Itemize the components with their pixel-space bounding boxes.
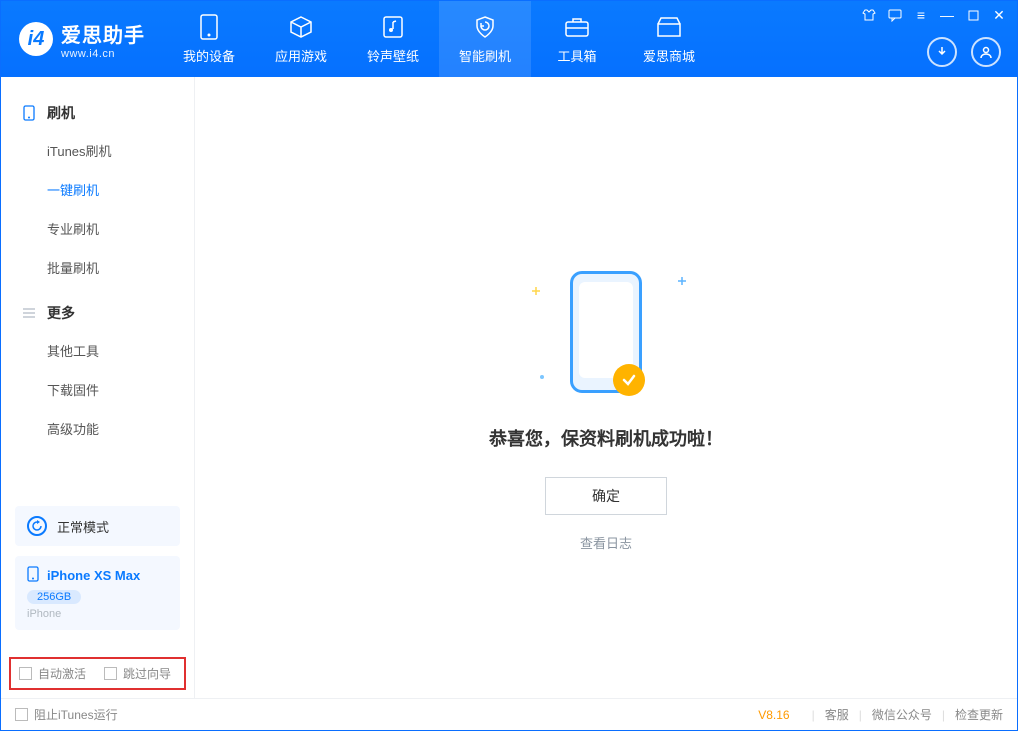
skin-icon[interactable] — [859, 5, 879, 25]
app-window: i4 爱思助手 www.i4.cn 我的设备 应用游戏 铃声壁纸 智能刷机 — [0, 0, 1018, 731]
success-message: 恭喜您，保资料刷机成功啦！ — [489, 425, 723, 451]
logo-icon: i4 — [19, 22, 53, 56]
main-content: 恭喜您，保资料刷机成功啦！ 确定 查看日志 — [195, 77, 1017, 698]
device-card[interactable]: iPhone XS Max 256GB iPhone — [15, 556, 180, 630]
device-name: iPhone XS Max — [47, 568, 140, 583]
phone-icon — [196, 14, 222, 40]
device-capacity: 256GB — [27, 590, 81, 604]
app-site: www.i4.cn — [61, 48, 145, 60]
store-icon — [656, 14, 682, 40]
sidebar-item-itunes-flash[interactable]: iTunes刷机 — [1, 131, 194, 170]
checkbox-auto-activate[interactable]: 自动激活 — [19, 665, 86, 682]
support-link[interactable]: 客服 — [825, 706, 849, 723]
checkmark-icon — [613, 364, 645, 396]
minimize-icon[interactable]: — — [937, 5, 957, 25]
tab-apps[interactable]: 应用游戏 — [255, 1, 347, 77]
sidebar-item-firmware[interactable]: 下载固件 — [1, 370, 194, 409]
feedback-icon[interactable] — [885, 5, 905, 25]
sidebar-item-advanced[interactable]: 高级功能 — [1, 409, 194, 448]
sidebar-item-onekey-flash[interactable]: 一键刷机 — [1, 170, 194, 209]
view-log-link[interactable]: 查看日志 — [580, 533, 632, 552]
sidebar-group-more: 更多 — [1, 295, 194, 331]
mode-card[interactable]: 正常模式 — [15, 506, 180, 546]
checkbox-block-itunes[interactable]: 阻止iTunes运行 — [15, 706, 118, 723]
footer: 阻止iTunes运行 V8.16 | 客服 | 微信公众号 | 检查更新 — [1, 698, 1017, 730]
sidebar: 刷机 iTunes刷机 一键刷机 专业刷机 批量刷机 更多 其他工具 下载固件 … — [1, 77, 195, 698]
shield-icon — [472, 14, 498, 40]
check-update-link[interactable]: 检查更新 — [955, 706, 1003, 723]
version-label: V8.16 — [758, 708, 789, 722]
wechat-link[interactable]: 微信公众号 — [872, 706, 932, 723]
cube-icon — [288, 14, 314, 40]
list-icon — [21, 305, 37, 321]
app-logo: i4 爱思助手 www.i4.cn — [1, 19, 163, 60]
tab-toolbox[interactable]: 工具箱 — [531, 1, 623, 77]
phone-small-icon — [27, 566, 39, 585]
tab-my-device[interactable]: 我的设备 — [163, 1, 255, 77]
sidebar-item-batch-flash[interactable]: 批量刷机 — [1, 248, 194, 287]
mode-label: 正常模式 — [57, 517, 109, 536]
window-controls: ≡ — ✕ — [859, 5, 1009, 25]
phone-illustration — [558, 267, 654, 397]
close-icon[interactable]: ✕ — [989, 5, 1009, 25]
sidebar-group-flash: 刷机 — [1, 95, 194, 131]
tab-smart-flash[interactable]: 智能刷机 — [439, 1, 531, 77]
sidebar-item-pro-flash[interactable]: 专业刷机 — [1, 209, 194, 248]
refresh-icon — [27, 516, 47, 536]
main-tabs: 我的设备 应用游戏 铃声壁纸 智能刷机 工具箱 爱思商城 — [163, 1, 715, 77]
toolbox-icon — [564, 14, 590, 40]
menu-icon[interactable]: ≡ — [911, 5, 931, 25]
success-panel: 恭喜您，保资料刷机成功啦！ 确定 查看日志 — [195, 267, 1017, 552]
maximize-icon[interactable] — [963, 5, 983, 25]
sidebar-item-other-tools[interactable]: 其他工具 — [1, 331, 194, 370]
account-button[interactable] — [971, 37, 1001, 67]
music-icon — [380, 14, 406, 40]
device-type: iPhone — [27, 608, 168, 620]
tab-ringtones[interactable]: 铃声壁纸 — [347, 1, 439, 77]
options-row: 自动激活 跳过向导 — [9, 657, 186, 690]
device-icon — [21, 105, 37, 121]
tab-store[interactable]: 爱思商城 — [623, 1, 715, 77]
checkbox-skip-guide[interactable]: 跳过向导 — [104, 665, 171, 682]
ok-button[interactable]: 确定 — [545, 477, 667, 515]
header-actions — [927, 37, 1001, 67]
download-button[interactable] — [927, 37, 957, 67]
header: i4 爱思助手 www.i4.cn 我的设备 应用游戏 铃声壁纸 智能刷机 — [1, 1, 1017, 77]
app-name: 爱思助手 — [61, 19, 145, 48]
